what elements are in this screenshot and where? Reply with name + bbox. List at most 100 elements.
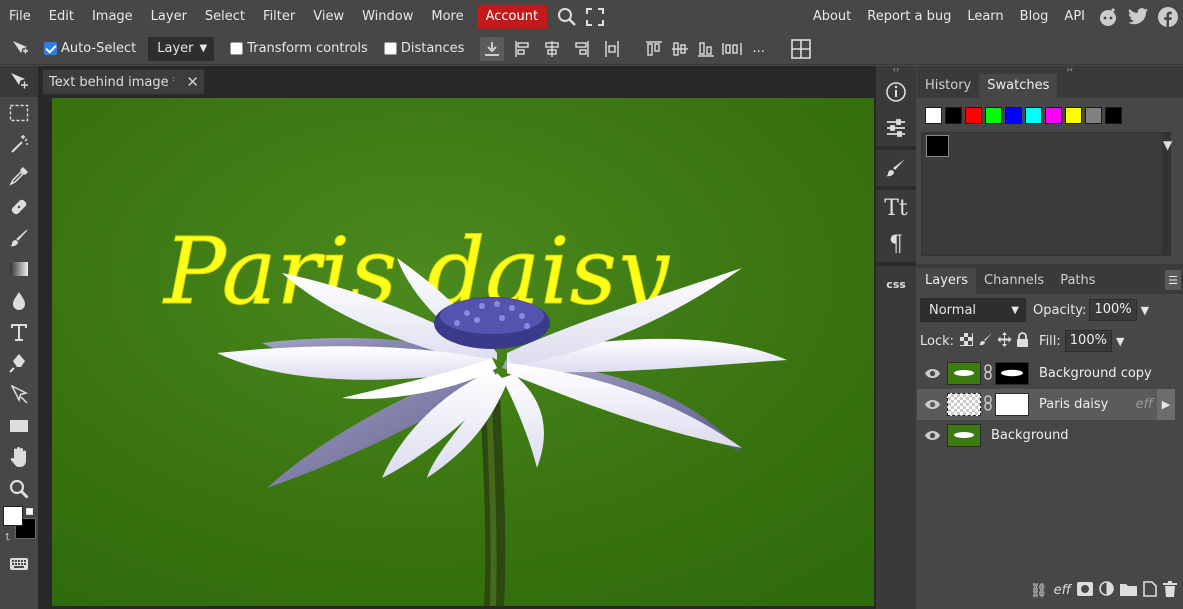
adjustment-layer-icon[interactable] <box>1099 581 1114 600</box>
collapse-arrows-icon[interactable]: ‹› <box>876 66 916 74</box>
align-middle-v-icon[interactable] <box>668 37 692 61</box>
type-tool[interactable] <box>0 316 38 347</box>
blend-mode-select[interactable]: Normal ▼ <box>920 298 1026 322</box>
swatch-gray[interactable] <box>1085 107 1102 124</box>
paragraph-icon[interactable]: ¶ <box>876 226 916 262</box>
align-right-icon[interactable] <box>570 37 594 61</box>
layer-row[interactable]: Background copy <box>917 358 1175 389</box>
add-mask-icon[interactable] <box>1077 581 1093 600</box>
swatch-white[interactable] <box>925 107 942 124</box>
tab-history[interactable]: History <box>917 74 979 98</box>
layer-row-selected[interactable]: Paris daisy eff ▶ <box>917 389 1175 420</box>
new-group-icon[interactable] <box>1120 582 1137 600</box>
info-icon[interactable] <box>876 74 916 110</box>
css-icon[interactable]: css <box>876 266 916 302</box>
distribute-h-icon[interactable] <box>600 37 624 61</box>
twitter-icon[interactable] <box>1123 5 1153 29</box>
rectangle-tool[interactable] <box>0 410 38 441</box>
swatch-menu-arrow-icon[interactable]: ▼ <box>1163 138 1172 152</box>
current-color-swatch[interactable] <box>926 135 949 157</box>
grid-layout-icon[interactable] <box>789 37 813 61</box>
tab-swatches[interactable]: Swatches <box>979 74 1058 98</box>
swatch-cyan[interactable] <box>1025 107 1042 124</box>
layer-group-select[interactable]: Layer ▼ <box>148 36 215 61</box>
align-bottom-icon[interactable] <box>694 37 718 61</box>
account-button[interactable]: Account <box>476 4 548 29</box>
distances-checkbox[interactable] <box>383 42 397 55</box>
fill-input[interactable]: 100% <box>1064 330 1112 352</box>
gradient-tool[interactable] <box>0 254 38 285</box>
layer-mask-thumbnail[interactable] <box>995 362 1029 385</box>
link-icon[interactable] <box>984 363 992 384</box>
layer-row[interactable]: Background <box>917 420 1175 451</box>
swatch-magenta[interactable] <box>1045 107 1062 124</box>
expand-effects-icon[interactable]: ▶ <box>1157 389 1175 420</box>
close-icon[interactable]: ✕ <box>186 73 199 91</box>
menu-image[interactable]: Image <box>83 5 142 29</box>
lock-position-icon[interactable] <box>997 331 1012 351</box>
brush-tool[interactable] <box>0 222 38 253</box>
healing-brush-tool[interactable] <box>0 191 38 222</box>
menu-edit[interactable]: Edit <box>40 5 83 29</box>
layer-effects-badge[interactable]: eff <box>1136 397 1153 412</box>
reddit-icon[interactable] <box>1093 5 1123 29</box>
move-tool[interactable] <box>0 66 38 98</box>
lock-all-icon[interactable] <box>1016 331 1029 351</box>
eye-icon[interactable] <box>917 368 947 379</box>
magic-wand-tool[interactable] <box>0 129 38 160</box>
delete-layer-icon[interactable] <box>1163 580 1177 601</box>
menu-view[interactable]: View <box>304 5 353 29</box>
about-link[interactable]: About <box>805 5 859 29</box>
marquee-tool[interactable] <box>0 97 38 128</box>
swatch-black-2[interactable] <box>1105 107 1122 124</box>
transform-controls-checkbox[interactable] <box>230 42 244 55</box>
swap-arrow-icon[interactable]: ⮤ <box>5 532 11 543</box>
api-link[interactable]: API <box>1056 5 1093 29</box>
tab-layers[interactable]: Layers <box>917 268 977 294</box>
download-icon[interactable] <box>480 36 505 61</box>
opacity-dropdown-icon[interactable]: ▼ <box>1141 304 1149 317</box>
distances-toggle[interactable]: Distances <box>383 41 464 56</box>
adjustments-icon[interactable] <box>876 110 916 146</box>
collapse-arrows-icon[interactable]: ›‹ <box>1067 66 1073 74</box>
swatch-blue[interactable] <box>1005 107 1022 124</box>
tab-channels[interactable]: Channels <box>976 268 1052 294</box>
lock-transparency-icon[interactable] <box>960 332 974 350</box>
foreground-color-swatch[interactable] <box>3 506 23 527</box>
effects-button[interactable]: eff <box>1054 583 1071 598</box>
character-icon[interactable]: Tt <box>876 190 916 226</box>
more-options-button[interactable]: ... <box>752 41 764 56</box>
align-left-icon[interactable] <box>510 37 534 61</box>
learn-link[interactable]: Learn <box>959 5 1011 29</box>
eye-icon[interactable] <box>917 430 947 441</box>
swap-colors-icon[interactable] <box>26 508 33 516</box>
pen-tool[interactable] <box>0 348 38 379</box>
menu-filter[interactable]: Filter <box>254 5 304 29</box>
swatch-red[interactable] <box>965 107 982 124</box>
swatch-yellow[interactable] <box>1065 107 1082 124</box>
distribute-v-icon[interactable] <box>720 37 744 61</box>
color-picker[interactable]: ⮤ <box>0 504 38 548</box>
transform-controls-toggle[interactable]: Transform controls <box>230 41 368 56</box>
eye-icon[interactable] <box>917 399 947 410</box>
align-center-h-icon[interactable] <box>540 37 564 61</box>
new-layer-icon[interactable] <box>1143 580 1157 601</box>
eyedropper-tool[interactable] <box>0 160 38 191</box>
lock-pixels-icon[interactable] <box>979 332 993 350</box>
fill-dropdown-icon[interactable]: ▼ <box>1116 335 1124 348</box>
tab-paths[interactable]: Paths <box>1052 268 1103 294</box>
blog-link[interactable]: Blog <box>1012 5 1057 29</box>
auto-select-toggle[interactable]: Auto-Select <box>44 41 136 56</box>
brush-settings-icon[interactable] <box>876 150 916 186</box>
search-icon[interactable] <box>553 5 581 29</box>
document-tab[interactable]: Text behind image * ✕ <box>42 69 205 95</box>
menu-select[interactable]: Select <box>196 5 254 29</box>
menu-more[interactable]: More <box>422 5 472 29</box>
hand-tool[interactable] <box>0 442 38 473</box>
zoom-tool[interactable] <box>0 473 38 504</box>
auto-select-checkbox[interactable] <box>44 42 57 55</box>
image-canvas[interactable]: Paris daisy <box>52 98 874 606</box>
facebook-icon[interactable] <box>1153 5 1183 29</box>
fullscreen-icon[interactable] <box>581 5 609 29</box>
swatch-green[interactable] <box>985 107 1002 124</box>
